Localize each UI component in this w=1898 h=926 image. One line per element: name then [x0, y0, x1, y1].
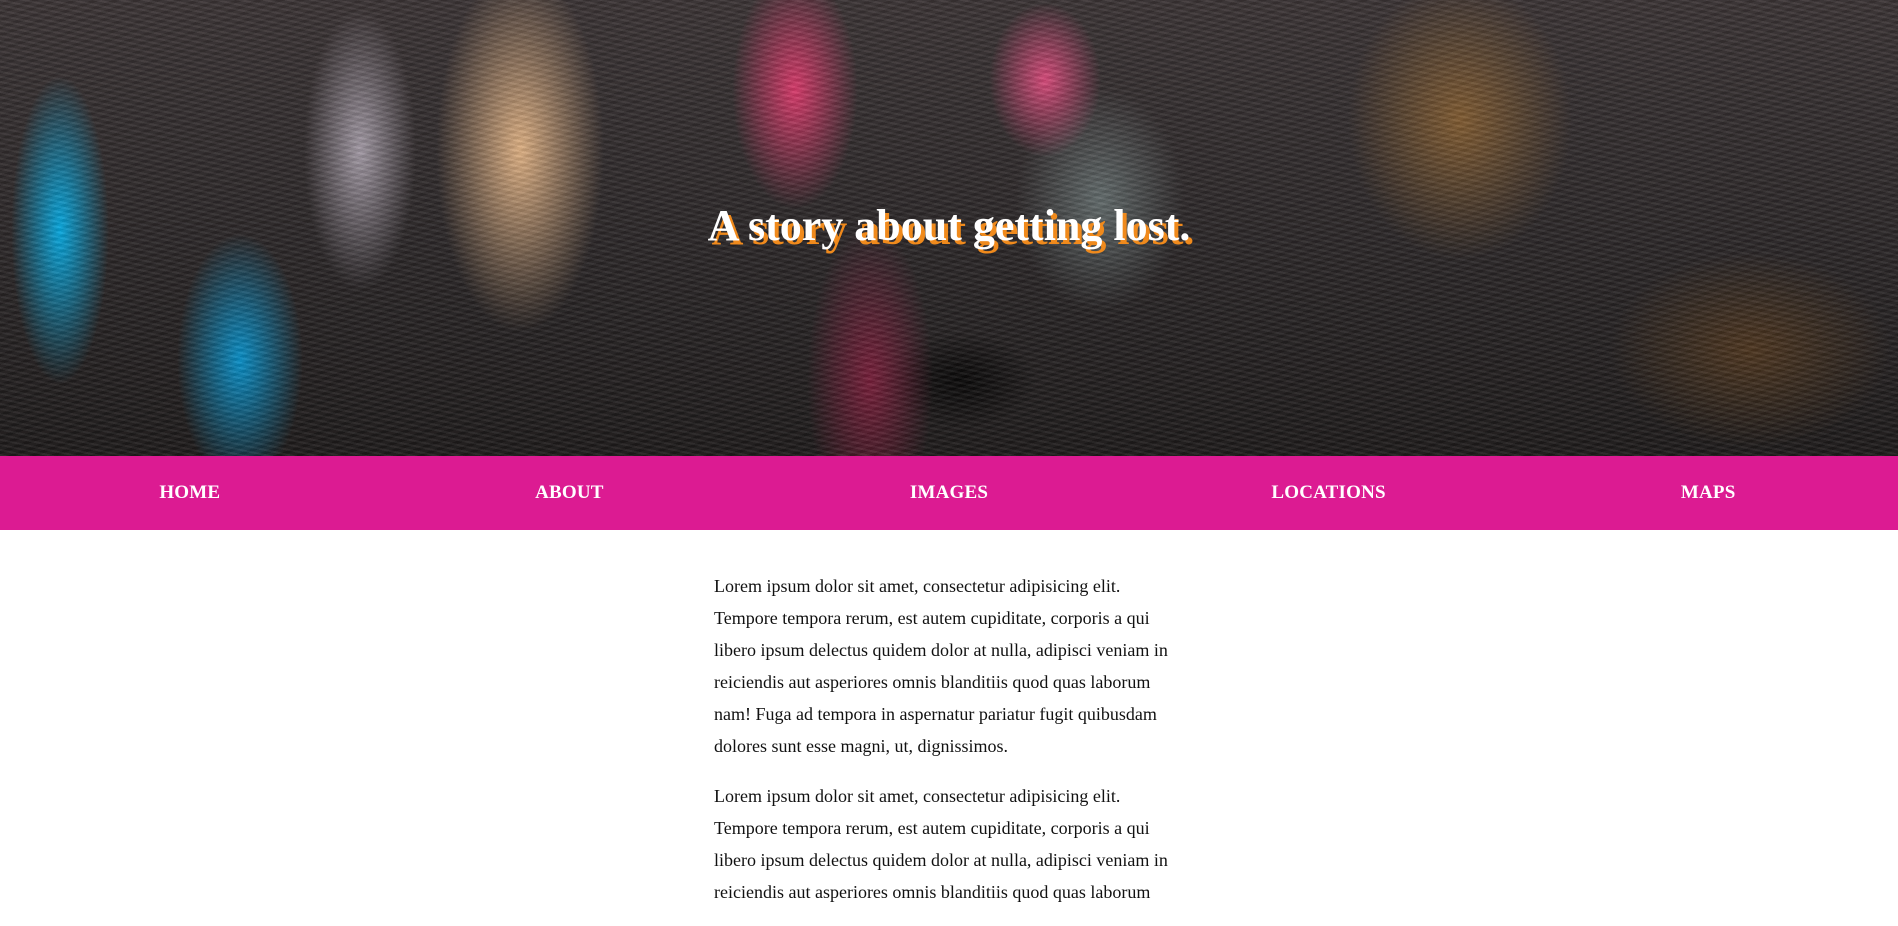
hero-banner: A story about getting lost.: [0, 0, 1898, 456]
article-content: Lorem ipsum dolor sit amet, consectetur …: [714, 570, 1176, 926]
paragraph: Lorem ipsum dolor sit amet, consectetur …: [714, 576, 1168, 756]
nav-item-home[interactable]: HOME: [0, 482, 380, 504]
main-nav: HOME ABOUT IMAGES LOCATIONS MAPS: [0, 456, 1898, 530]
hero-title: A story about getting lost.: [707, 201, 1191, 250]
paragraph: Lorem ipsum dolor sit amet, consectetur …: [714, 786, 1168, 902]
nav-item-about[interactable]: ABOUT: [380, 482, 760, 504]
nav-item-locations[interactable]: LOCATIONS: [1139, 482, 1519, 504]
nav-item-images[interactable]: IMAGES: [759, 482, 1139, 504]
nav-item-maps[interactable]: MAPS: [1518, 482, 1898, 504]
